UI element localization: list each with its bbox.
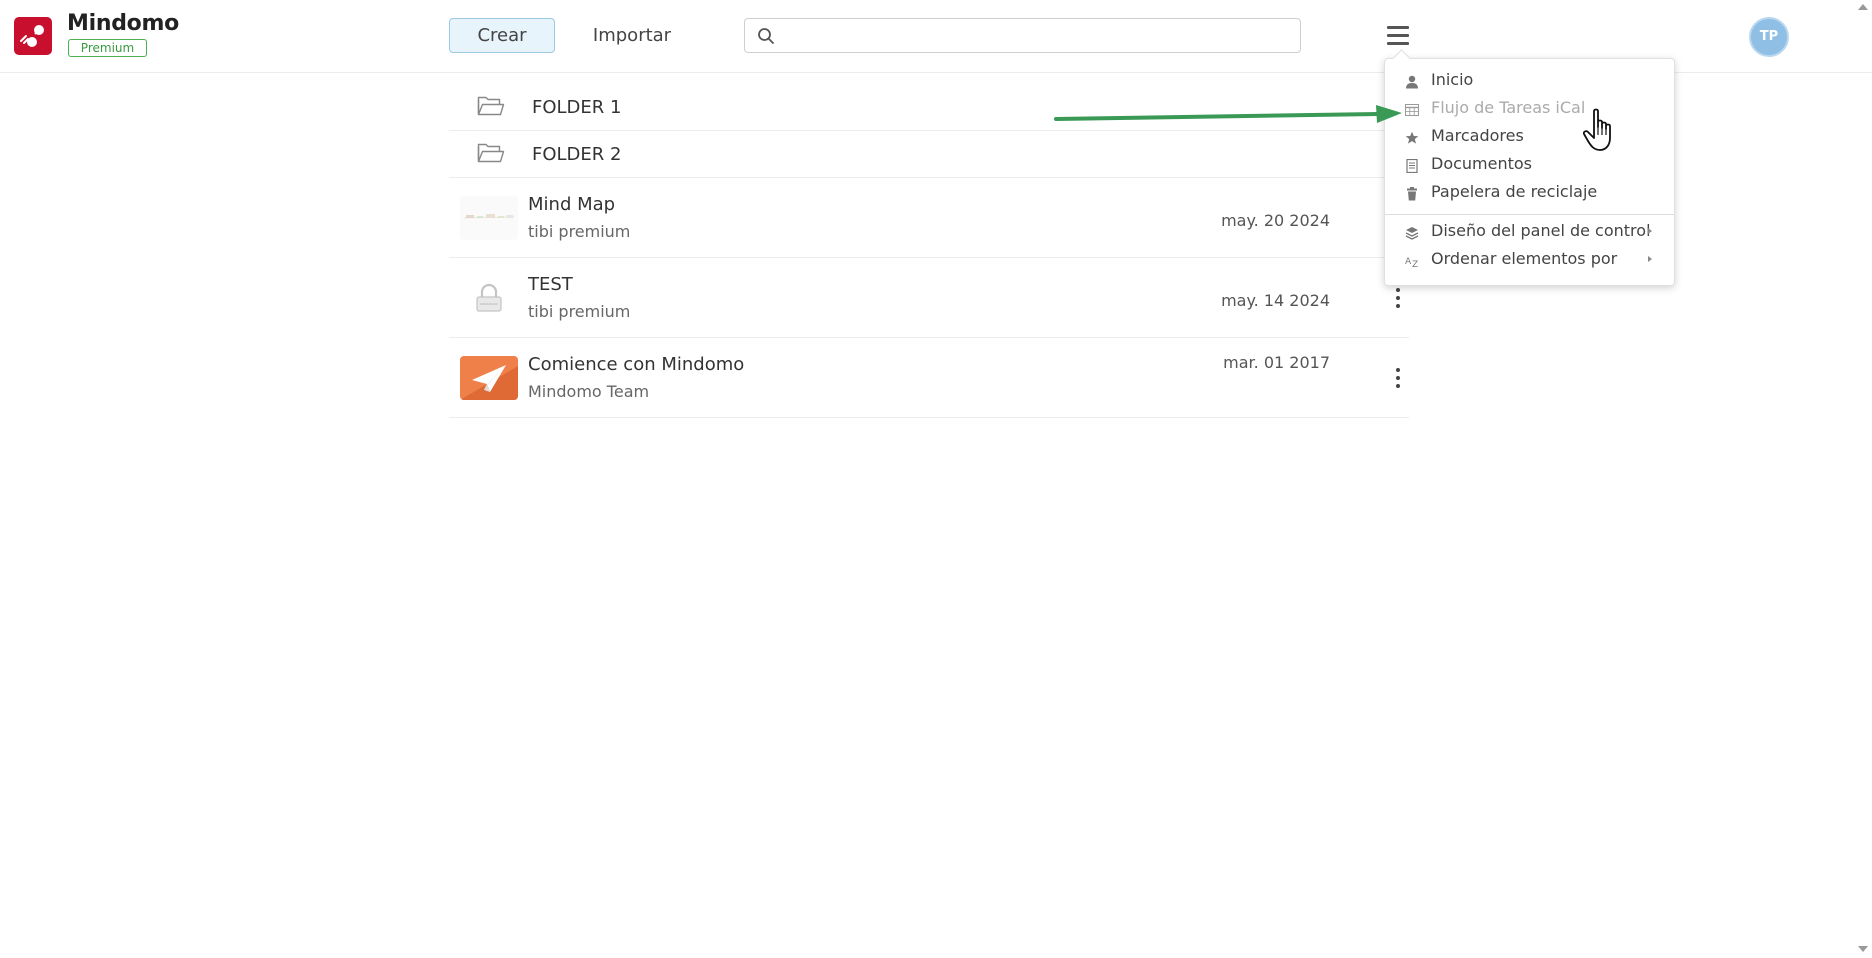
map-title: TEST xyxy=(528,274,573,295)
menu-item-label: Papelera de reciclaje xyxy=(1431,182,1598,201)
search-icon xyxy=(757,27,775,49)
layers-icon xyxy=(1405,225,1419,240)
map-date: may. 20 2024 xyxy=(1221,211,1330,230)
menu-item-label: Documentos xyxy=(1431,154,1533,173)
menu-item-trash[interactable]: Papelera de reciclaje xyxy=(1385,180,1674,206)
menu-item-label: Diseño del panel de control xyxy=(1431,221,1651,240)
trash-icon xyxy=(1405,186,1419,201)
scroll-down-arrow-icon[interactable] xyxy=(1858,946,1868,952)
mindomo-logo-icon[interactable] xyxy=(14,17,52,55)
map-row[interactable]: Comience con Mindomo Mindomo Team mar. 0… xyxy=(449,338,1409,418)
folder-open-icon xyxy=(477,143,505,167)
create-button[interactable]: Crear xyxy=(449,18,555,53)
search-box[interactable] xyxy=(744,18,1301,53)
submenu-arrow-icon xyxy=(1648,256,1652,262)
import-button[interactable]: Importar xyxy=(572,18,692,53)
app-name[interactable]: Mindomo xyxy=(67,11,179,36)
folder-open-icon xyxy=(477,96,505,120)
more-options-icon[interactable] xyxy=(1390,366,1406,390)
menu-item-label: Marcadores xyxy=(1431,126,1524,145)
map-row[interactable]: TEST tibi premium may. 14 2024 xyxy=(449,258,1409,338)
menu-item-bookmarks[interactable]: Marcadores xyxy=(1385,124,1674,150)
menu-item-dashboard-layout[interactable]: Diseño del panel de control xyxy=(1385,219,1674,245)
paper-plane-icon xyxy=(460,356,518,400)
folder-row[interactable]: FOLDER 1 xyxy=(449,84,1409,131)
map-date: may. 14 2024 xyxy=(1221,291,1330,310)
svg-text:Z: Z xyxy=(1412,260,1418,268)
folder-name: FOLDER 2 xyxy=(532,144,622,165)
menu-item-label: Flujo de Tareas iCal xyxy=(1431,98,1586,117)
map-title: Comience con Mindomo xyxy=(528,354,745,375)
user-icon xyxy=(1405,74,1419,89)
calendar-grid-icon xyxy=(1405,102,1419,116)
menu-item-label: Inicio xyxy=(1431,70,1474,89)
map-owner: tibi premium xyxy=(528,222,631,241)
svg-text:A: A xyxy=(1405,257,1412,267)
map-owner: tibi premium xyxy=(528,302,631,321)
search-input[interactable] xyxy=(783,21,1293,50)
document-list: FOLDER 1 FOLDER 2 Mind Map tibi premium … xyxy=(449,84,1409,418)
hand-cursor-icon xyxy=(1582,108,1619,158)
document-icon xyxy=(1405,158,1419,174)
lock-icon xyxy=(460,276,518,320)
folder-row[interactable]: FOLDER 2 xyxy=(449,131,1409,178)
premium-badge: Premium xyxy=(68,39,147,57)
more-options-icon[interactable] xyxy=(1390,286,1406,310)
menu-item-label: Ordenar elementos por xyxy=(1431,249,1618,268)
star-icon xyxy=(1405,130,1419,144)
menu-item-documents[interactable]: Documentos xyxy=(1385,152,1674,178)
main-menu-dropdown: Inicio Flujo de Tareas iCal Marcadores D… xyxy=(1384,58,1675,286)
folder-name: FOLDER 1 xyxy=(532,97,622,118)
sort-az-icon: A Z xyxy=(1405,253,1419,270)
menu-divider xyxy=(1385,214,1674,215)
map-row[interactable]: Mind Map tibi premium may. 20 2024 xyxy=(449,178,1409,258)
map-owner: Mindomo Team xyxy=(528,382,650,401)
menu-item-ical-tasks[interactable]: Flujo de Tareas iCal xyxy=(1385,96,1674,122)
scroll-up-arrow-icon[interactable] xyxy=(1858,4,1868,10)
map-title: Mind Map xyxy=(528,194,616,215)
menu-item-inicio[interactable]: Inicio xyxy=(1385,68,1674,94)
user-avatar[interactable]: TP xyxy=(1749,17,1789,57)
submenu-arrow-icon xyxy=(1648,228,1652,234)
mind-map-thumbnail xyxy=(460,196,518,240)
menu-hamburger-icon[interactable] xyxy=(1384,23,1414,49)
menu-item-sort-by[interactable]: A Z Ordenar elementos por xyxy=(1385,247,1674,273)
map-date: mar. 01 2017 xyxy=(1223,353,1330,372)
